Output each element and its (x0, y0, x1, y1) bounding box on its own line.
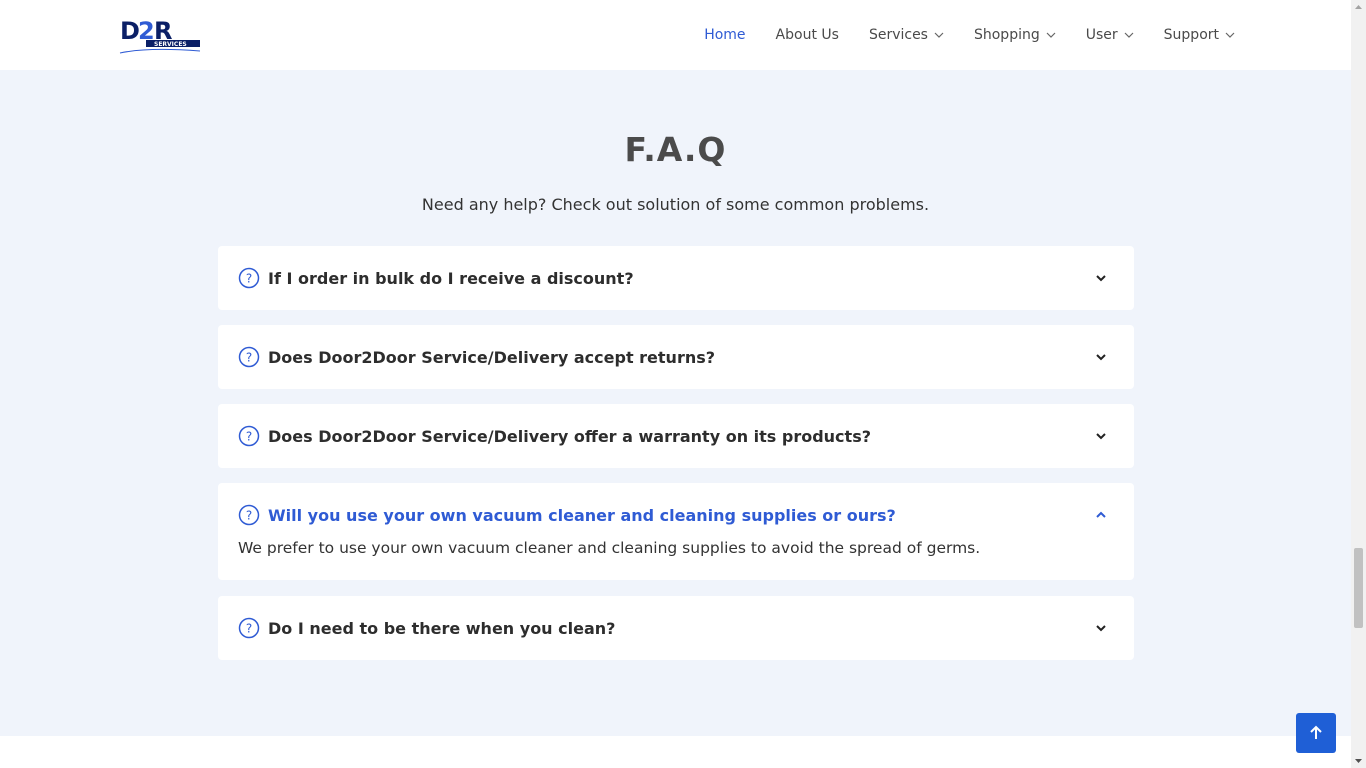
svg-text:SERVICES: SERVICES (154, 41, 187, 48)
faq-question[interactable]: ? Does Door2Door Service/Delivery offer … (238, 424, 871, 448)
nav-user[interactable]: User (1086, 27, 1134, 43)
chevron-down-icon (1124, 32, 1134, 38)
chevron-down-icon (1046, 32, 1056, 38)
svg-text:?: ? (246, 509, 252, 523)
nav-services[interactable]: Services (869, 27, 944, 43)
nav-support-label: Support (1163, 27, 1219, 43)
nav-services-label: Services (868, 27, 928, 43)
faq-section: F.A.Q Need any help? Check out solution … (0, 70, 1351, 736)
faq-question-text: Does Door2Door Service/Delivery accept r… (268, 347, 716, 367)
chevron-down-icon[interactable] (1094, 429, 1108, 443)
nav-home[interactable]: Home (704, 27, 745, 43)
main-nav: Home About Us Services Shopping User Sup… (674, 0, 1235, 70)
scroll-up-arrow-icon[interactable] (1351, 0, 1366, 15)
faq-question[interactable]: ? If I order in bulk do I receive a disc… (238, 266, 634, 290)
question-circle-icon: ? (238, 346, 260, 368)
faq-title: F.A.Q (624, 130, 727, 169)
faq-question[interactable]: ? Will you use your own vacuum cleaner a… (238, 503, 896, 527)
question-circle-icon: ? (238, 504, 260, 526)
footer-strip (0, 736, 1351, 768)
faq-question[interactable]: ? Does Door2Door Service/Delivery accept… (238, 345, 715, 369)
svg-text:?: ? (246, 622, 252, 636)
svg-text:?: ? (246, 351, 252, 365)
nav-about-label: About Us (775, 27, 839, 43)
chevron-down-icon[interactable] (1094, 621, 1108, 635)
chevron-down-icon (1225, 32, 1235, 38)
faq-item[interactable]: ? Does Door2Door Service/Delivery accept… (218, 325, 1134, 389)
scrollbar-thumb[interactable] (1354, 548, 1363, 628)
faq-item[interactable]: ? Does Door2Door Service/Delivery offer … (218, 404, 1134, 468)
nav-home-label: Home (704, 27, 746, 43)
page-scrollbar[interactable] (1351, 0, 1366, 768)
faq-item[interactable]: ? If I order in bulk do I receive a disc… (218, 246, 1134, 310)
faq-item[interactable]: ? Do I need to be there when you clean? (218, 596, 1134, 660)
question-circle-icon: ? (238, 267, 260, 289)
faq-question-text: Does Door2Door Service/Delivery offer a … (268, 426, 871, 446)
question-circle-icon: ? (238, 425, 260, 447)
svg-text:D: D (120, 17, 140, 45)
nav-support[interactable]: Support (1164, 27, 1235, 43)
chevron-down-icon[interactable] (1094, 271, 1108, 285)
chevron-up-icon[interactable] (1094, 508, 1108, 522)
site-logo[interactable]: D 2 R SERVICES (118, 13, 204, 57)
faq-question-text: If I order in bulk do I receive a discou… (268, 268, 634, 288)
back-to-top-button[interactable] (1296, 713, 1336, 753)
faq-subtitle: Need any help? Check out solution of som… (421, 195, 930, 214)
faq-answer: We prefer to use your own vacuum cleaner… (238, 539, 981, 557)
site-header: D 2 R SERVICES Home About Us Services Sh… (0, 0, 1351, 70)
nav-user-label: User (1085, 27, 1118, 43)
chevron-down-icon[interactable] (1094, 350, 1108, 364)
faq-question-text: Do I need to be there when you clean? (268, 618, 616, 638)
nav-about-us[interactable]: About Us (776, 27, 839, 43)
chevron-down-icon (934, 32, 944, 38)
svg-text:?: ? (246, 272, 252, 286)
nav-shopping-label: Shopping (973, 27, 1040, 43)
arrow-up-icon (1310, 725, 1322, 739)
scroll-down-arrow-icon[interactable] (1351, 753, 1366, 768)
faq-question[interactable]: ? Do I need to be there when you clean? (238, 616, 615, 640)
question-circle-icon: ? (238, 617, 260, 639)
faq-item-open[interactable]: ? Will you use your own vacuum cleaner a… (218, 483, 1134, 580)
nav-shopping[interactable]: Shopping (974, 27, 1056, 43)
svg-text:?: ? (246, 430, 252, 444)
faq-question-text: Will you use your own vacuum cleaner and… (268, 505, 896, 525)
